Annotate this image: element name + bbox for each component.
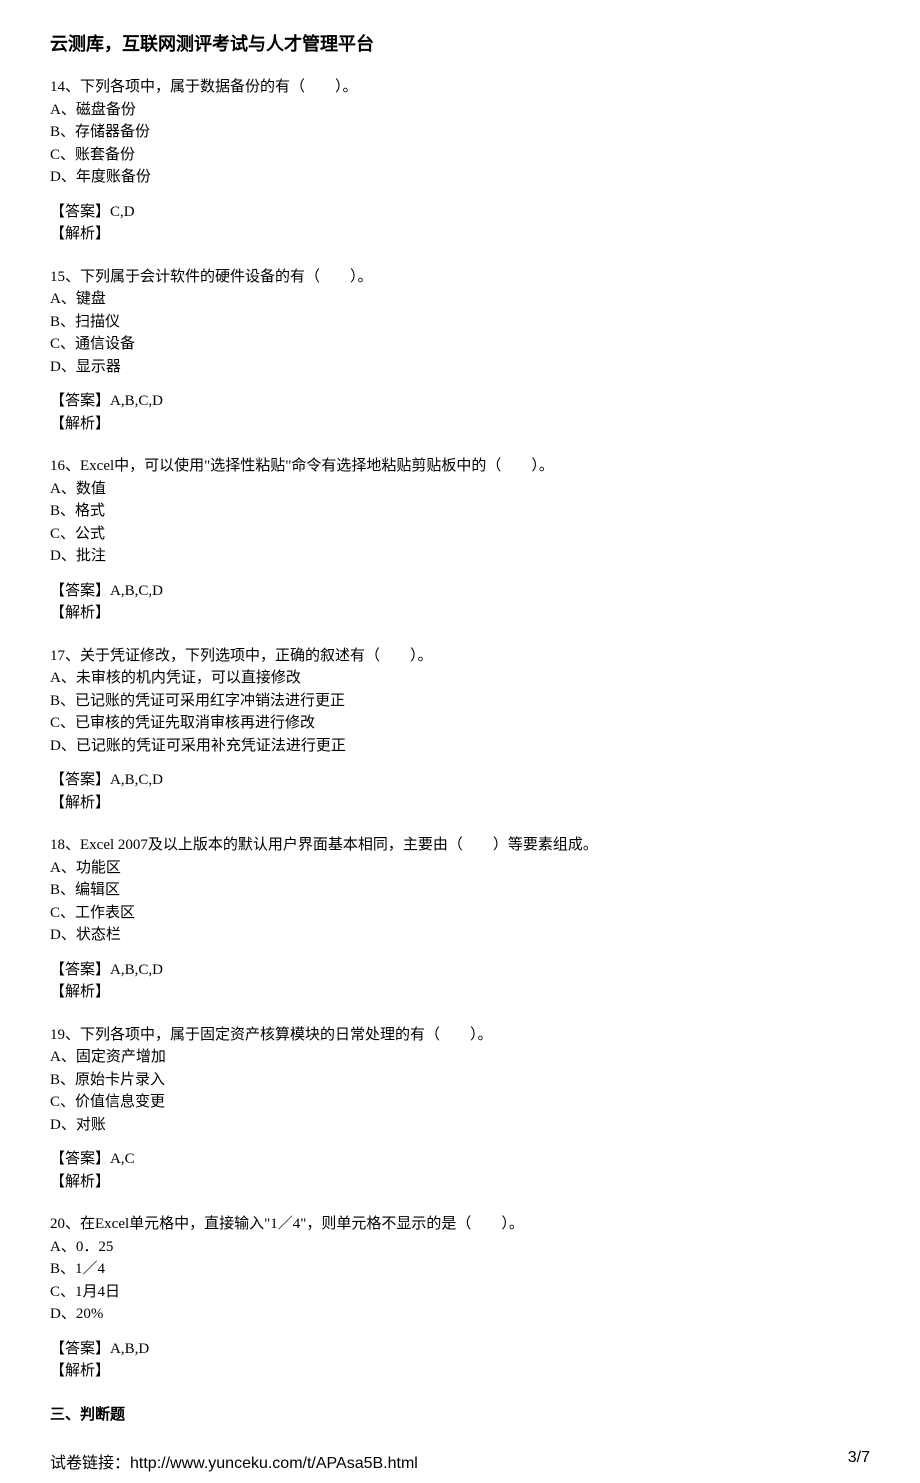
question-option: D、状态栏 bbox=[50, 924, 870, 947]
footer-url-label: 试卷链接： bbox=[50, 1455, 130, 1472]
question-option: B、已记账的凭证可采用红字冲销法进行更正 bbox=[50, 690, 870, 713]
question-block: 15、下列属于会计软件的硬件设备的有（ ）。A、键盘B、扫描仪C、通信设备D、显… bbox=[50, 266, 870, 436]
question-option: A、功能区 bbox=[50, 857, 870, 880]
question-option: B、1／4 bbox=[50, 1258, 870, 1281]
answer-value: A,B,C,D bbox=[110, 772, 163, 788]
question-stem: 16、Excel中，可以使用"选择性粘贴"命令有选择地粘贴剪贴板中的（ ）。 bbox=[50, 455, 870, 478]
answer-line: 【答案】A,B,C,D bbox=[50, 580, 870, 603]
question-option: B、编辑区 bbox=[50, 879, 870, 902]
question-option: B、扫描仪 bbox=[50, 311, 870, 334]
question-block: 19、下列各项中，属于固定资产核算模块的日常处理的有（ ）。A、固定资产增加B、… bbox=[50, 1024, 870, 1194]
question-stem: 15、下列属于会计软件的硬件设备的有（ ）。 bbox=[50, 266, 870, 289]
explain-line: 【解析】 bbox=[50, 1171, 870, 1194]
footer-url: 试卷链接：http://www.yunceku.com/t/APAsa5B.ht… bbox=[50, 1449, 418, 1473]
question-option: A、键盘 bbox=[50, 288, 870, 311]
answer-label: 【答案】 bbox=[50, 393, 110, 409]
answer-value: C,D bbox=[110, 204, 135, 220]
question-stem: 14、下列各项中，属于数据备份的有（ ）。 bbox=[50, 76, 870, 99]
question-option: B、原始卡片录入 bbox=[50, 1069, 870, 1092]
question-option: C、已审核的凭证先取消审核再进行修改 bbox=[50, 712, 870, 735]
answer-value: A,B,C,D bbox=[110, 962, 163, 978]
page-number: 3/7 bbox=[848, 1449, 870, 1473]
explain-line: 【解析】 bbox=[50, 792, 870, 815]
question-option: A、0．25 bbox=[50, 1236, 870, 1259]
answer-line: 【答案】A,B,C,D bbox=[50, 390, 870, 413]
answer-label: 【答案】 bbox=[50, 204, 110, 220]
page-footer: 试卷链接：http://www.yunceku.com/t/APAsa5B.ht… bbox=[0, 1444, 920, 1483]
question-option: D、已记账的凭证可采用补充凭证法进行更正 bbox=[50, 735, 870, 758]
answer-block: 【答案】A,C【解析】 bbox=[50, 1148, 870, 1193]
answer-value: A,B,C,D bbox=[110, 583, 163, 599]
answer-line: 【答案】C,D bbox=[50, 201, 870, 224]
section-title: 三、判断题 bbox=[50, 1403, 870, 1424]
answer-value: A,C bbox=[110, 1151, 135, 1167]
question-stem: 17、关于凭证修改，下列选项中，正确的叙述有（ ）。 bbox=[50, 645, 870, 668]
question-block: 18、Excel 2007及以上版本的默认用户界面基本相同，主要由（ ）等要素组… bbox=[50, 834, 870, 1004]
answer-line: 【答案】A,C bbox=[50, 1148, 870, 1171]
answer-label: 【答案】 bbox=[50, 1151, 110, 1167]
question-option: D、对账 bbox=[50, 1114, 870, 1137]
explain-line: 【解析】 bbox=[50, 223, 870, 246]
question-option: C、通信设备 bbox=[50, 333, 870, 356]
question-option: D、年度账备份 bbox=[50, 166, 870, 189]
document-page: 云测库，互联网测评考试与人才管理平台 14、下列各项中，属于数据备份的有（ ）。… bbox=[0, 0, 920, 1444]
explain-line: 【解析】 bbox=[50, 981, 870, 1004]
answer-block: 【答案】A,B,C,D【解析】 bbox=[50, 580, 870, 625]
answer-block: 【答案】A,B,C,D【解析】 bbox=[50, 769, 870, 814]
question-option: B、格式 bbox=[50, 500, 870, 523]
question-option: A、固定资产增加 bbox=[50, 1046, 870, 1069]
answer-block: 【答案】A,B,C,D【解析】 bbox=[50, 390, 870, 435]
question-option: D、20% bbox=[50, 1303, 870, 1326]
answer-label: 【答案】 bbox=[50, 1341, 110, 1357]
question-option: C、1月4日 bbox=[50, 1281, 870, 1304]
question-option: D、批注 bbox=[50, 545, 870, 568]
page-title: 云测库，互联网测评考试与人才管理平台 bbox=[50, 30, 870, 56]
question-stem: 19、下列各项中，属于固定资产核算模块的日常处理的有（ ）。 bbox=[50, 1024, 870, 1047]
question-option: C、公式 bbox=[50, 523, 870, 546]
answer-label: 【答案】 bbox=[50, 962, 110, 978]
answer-line: 【答案】A,B,C,D bbox=[50, 769, 870, 792]
question-block: 17、关于凭证修改，下列选项中，正确的叙述有（ ）。A、未审核的机内凭证，可以直… bbox=[50, 645, 870, 815]
question-stem: 20、在Excel单元格中，直接输入"1／4"，则单元格不显示的是（ ）。 bbox=[50, 1213, 870, 1236]
explain-line: 【解析】 bbox=[50, 1360, 870, 1383]
question-block: 20、在Excel单元格中，直接输入"1／4"，则单元格不显示的是（ ）。A、0… bbox=[50, 1213, 870, 1383]
question-stem: 18、Excel 2007及以上版本的默认用户界面基本相同，主要由（ ）等要素组… bbox=[50, 834, 870, 857]
answer-line: 【答案】A,B,D bbox=[50, 1338, 870, 1361]
answer-value: A,B,D bbox=[110, 1341, 149, 1357]
answer-label: 【答案】 bbox=[50, 583, 110, 599]
explain-line: 【解析】 bbox=[50, 602, 870, 625]
question-option: A、数值 bbox=[50, 478, 870, 501]
explain-line: 【解析】 bbox=[50, 413, 870, 436]
question-option: D、显示器 bbox=[50, 356, 870, 379]
question-option: A、未审核的机内凭证，可以直接修改 bbox=[50, 667, 870, 690]
question-option: C、工作表区 bbox=[50, 902, 870, 925]
question-option: C、账套备份 bbox=[50, 144, 870, 167]
answer-label: 【答案】 bbox=[50, 772, 110, 788]
answer-value: A,B,C,D bbox=[110, 393, 163, 409]
answer-block: 【答案】A,B,C,D【解析】 bbox=[50, 959, 870, 1004]
question-option: B、存储器备份 bbox=[50, 121, 870, 144]
answer-block: 【答案】C,D【解析】 bbox=[50, 201, 870, 246]
answer-block: 【答案】A,B,D【解析】 bbox=[50, 1338, 870, 1383]
question-block: 14、下列各项中，属于数据备份的有（ ）。A、磁盘备份B、存储器备份C、账套备份… bbox=[50, 76, 870, 246]
question-option: C、价值信息变更 bbox=[50, 1091, 870, 1114]
footer-url-value: http://www.yunceku.com/t/APAsa5B.html bbox=[130, 1455, 418, 1472]
question-block: 16、Excel中，可以使用"选择性粘贴"命令有选择地粘贴剪贴板中的（ ）。A、… bbox=[50, 455, 870, 625]
answer-line: 【答案】A,B,C,D bbox=[50, 959, 870, 982]
question-option: A、磁盘备份 bbox=[50, 99, 870, 122]
questions-container: 14、下列各项中，属于数据备份的有（ ）。A、磁盘备份B、存储器备份C、账套备份… bbox=[50, 76, 870, 1383]
